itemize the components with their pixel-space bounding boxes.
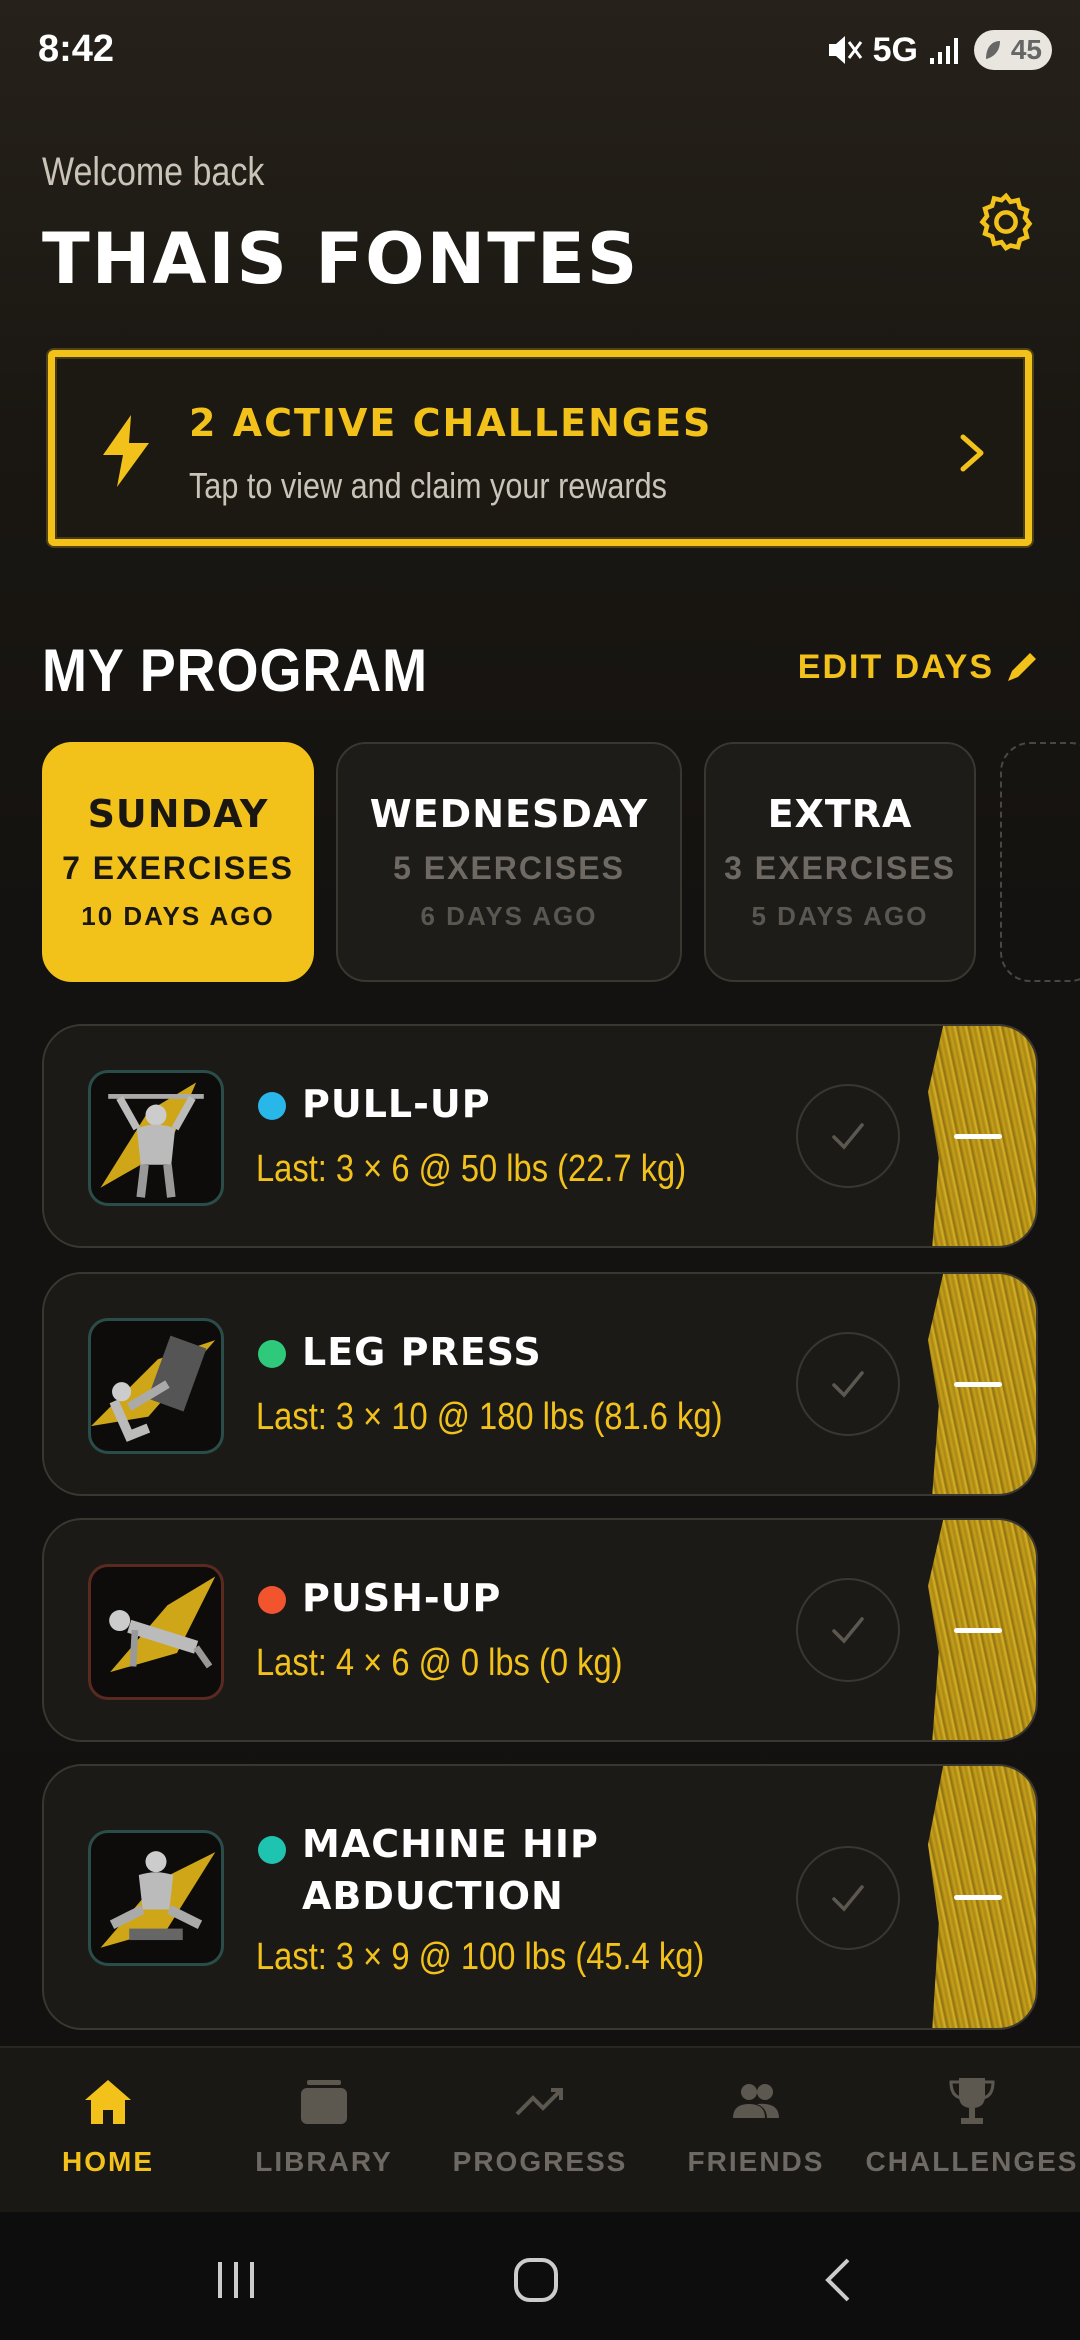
exercise-thumbnail bbox=[88, 1070, 224, 1206]
nav-challenges[interactable]: CHALLENGES bbox=[864, 2072, 1080, 2202]
mute-icon bbox=[828, 36, 862, 64]
people-icon bbox=[733, 2084, 779, 2118]
exercise-name-line-2: ABDUCTION bbox=[302, 1874, 564, 1918]
complete-check-button[interactable] bbox=[796, 1332, 900, 1436]
edit-days-label: EDIT DAYS bbox=[797, 648, 994, 686]
status-time: 8:42 bbox=[38, 28, 115, 70]
muscle-color-dot bbox=[258, 1092, 286, 1120]
complete-check-button[interactable] bbox=[796, 1084, 900, 1188]
day-tab-sunday[interactable]: SUNDAY 7 EXERCISES 10 DAYS AGO bbox=[42, 742, 314, 982]
day-last-done: 10 DAYS AGO bbox=[81, 901, 275, 931]
muscle-color-dot bbox=[258, 1340, 286, 1368]
pencil-icon bbox=[1008, 652, 1036, 681]
day-tab-extra[interactable]: EXTRA 3 EXERCISES 5 DAYS AGO bbox=[704, 742, 976, 982]
status-bar: 8:42 5G 45 bbox=[0, 0, 1080, 100]
remove-exercise-button[interactable] bbox=[928, 1766, 1036, 2028]
checkmark-icon bbox=[832, 1371, 864, 1398]
nav-label: HOME bbox=[62, 2146, 154, 2177]
remove-exercise-button[interactable] bbox=[928, 1274, 1036, 1494]
remove-exercise-button[interactable] bbox=[928, 1026, 1036, 1246]
nav-progress[interactable]: PROGRESS bbox=[432, 2072, 648, 2202]
trophy-icon bbox=[949, 2078, 995, 2124]
hip-abduction-figure-icon bbox=[100, 1851, 216, 1948]
remove-exercise-button[interactable] bbox=[928, 1520, 1036, 1740]
bottom-navigation: HOME LIBRARY PROGRESS FRIENDS CHALLENGES bbox=[0, 2046, 1080, 2238]
edit-days-button[interactable]: EDIT DAYS bbox=[798, 648, 1038, 687]
nav-label: LIBRARY bbox=[255, 2146, 393, 2177]
home-screen: 8:42 5G 45 Welcome back THAIS FONTES 2 A… bbox=[0, 0, 1080, 2340]
nav-label: PROGRESS bbox=[452, 2146, 628, 2177]
day-name: WEDNESDAY bbox=[369, 792, 649, 836]
day-exercise-count: 5 EXERCISES bbox=[393, 850, 625, 886]
battery-level: 45 bbox=[1010, 34, 1042, 65]
exercise-card-machine-hip-abduction[interactable]: MACHINE HIP ABDUCTION Last: 3 × 9 @ 100 … bbox=[42, 1764, 1038, 2030]
network-type: 5G bbox=[872, 30, 918, 69]
program-title: MY PROGRAM bbox=[42, 637, 429, 704]
nav-library[interactable]: LIBRARY bbox=[216, 2072, 432, 2202]
exercise-name: PULL-UP bbox=[302, 1082, 491, 1126]
home-icon bbox=[85, 2080, 131, 2124]
exercise-last-set: Last: 3 × 9 @ 100 lbs (45.4 kg) bbox=[256, 1936, 705, 1978]
back-arrow-icon[interactable] bbox=[810, 2252, 870, 2308]
day-name: EXTRA bbox=[767, 792, 913, 836]
nav-label: FRIENDS bbox=[687, 2146, 825, 2177]
complete-check-button[interactable] bbox=[796, 1846, 900, 1950]
exercise-name-line-1: MACHINE HIP bbox=[302, 1822, 599, 1866]
nav-label: CHALLENGES bbox=[865, 2146, 1079, 2177]
exercise-name: LEG PRESS bbox=[302, 1330, 542, 1374]
day-last-done: 5 DAYS AGO bbox=[751, 901, 929, 931]
settings-gear-icon[interactable] bbox=[972, 188, 1040, 256]
challenges-title: 2 ACTIVE CHALLENGES bbox=[189, 401, 713, 445]
minus-icon bbox=[954, 1895, 1002, 1900]
active-challenges-banner[interactable]: 2 ACTIVE CHALLENGES Tap to view and clai… bbox=[48, 350, 1032, 546]
complete-check-button[interactable] bbox=[796, 1578, 900, 1682]
checkmark-icon bbox=[832, 1617, 864, 1644]
leg-press-figure-icon bbox=[91, 1335, 216, 1442]
minus-icon bbox=[954, 1382, 1002, 1387]
exercise-last-set: Last: 4 × 6 @ 0 lbs (0 kg) bbox=[256, 1642, 623, 1684]
push-up-figure-icon bbox=[109, 1576, 216, 1673]
program-day-tabs: SUNDAY 7 EXERCISES 10 DAYS AGO WEDNESDAY… bbox=[42, 742, 1080, 982]
exercise-card-push-up[interactable]: PUSH-UP Last: 4 × 6 @ 0 lbs (0 kg) bbox=[42, 1518, 1038, 1742]
trending-up-icon bbox=[515, 2088, 563, 2116]
challenges-subtitle: Tap to view and claim your rewards bbox=[189, 465, 667, 506]
chevron-right-icon bbox=[960, 434, 984, 472]
battery-indicator: 45 bbox=[974, 30, 1052, 70]
lightning-bolt-icon bbox=[103, 415, 149, 487]
checkmark-icon bbox=[832, 1123, 864, 1150]
day-exercise-count: 7 EXERCISES bbox=[62, 850, 294, 886]
exercise-thumbnail bbox=[88, 1564, 224, 1700]
day-last-done: 6 DAYS AGO bbox=[420, 901, 598, 931]
nav-friends[interactable]: FRIENDS bbox=[648, 2072, 864, 2202]
minus-icon bbox=[954, 1134, 1002, 1139]
checkmark-icon bbox=[832, 1885, 864, 1912]
status-icons: 5G 45 bbox=[823, 28, 1052, 72]
day-tab-wednesday[interactable]: WEDNESDAY 5 EXERCISES 6 DAYS AGO bbox=[336, 742, 682, 982]
muscle-color-dot bbox=[258, 1836, 286, 1864]
exercise-card-pull-up[interactable]: PULL-UP Last: 3 × 6 @ 50 lbs (22.7 kg) bbox=[42, 1024, 1038, 1248]
exercise-name: MACHINE HIP ABDUCTION bbox=[302, 1818, 599, 1922]
welcome-text: Welcome back bbox=[42, 150, 265, 194]
exercise-last-set: Last: 3 × 10 @ 180 lbs (81.6 kg) bbox=[256, 1396, 723, 1438]
user-name: THAIS FONTES bbox=[42, 218, 640, 300]
nav-home[interactable]: HOME bbox=[0, 2072, 216, 2238]
muscle-color-dot bbox=[258, 1586, 286, 1614]
exercise-name: PUSH-UP bbox=[302, 1576, 502, 1620]
battery-saver-icon bbox=[986, 41, 1000, 59]
day-name: SUNDAY bbox=[87, 792, 269, 836]
day-exercise-count: 3 EXERCISES bbox=[724, 850, 956, 886]
exercise-thumbnail bbox=[88, 1318, 224, 1454]
minus-icon bbox=[954, 1628, 1002, 1633]
recent-apps-icon[interactable] bbox=[206, 2252, 266, 2308]
signal-icon bbox=[930, 38, 958, 64]
add-day-tab[interactable] bbox=[1000, 742, 1080, 982]
system-navigation-bar bbox=[0, 2212, 1080, 2340]
pull-up-figure-icon bbox=[100, 1082, 204, 1198]
exercise-thumbnail bbox=[88, 1830, 224, 1966]
exercise-last-set: Last: 3 × 6 @ 50 lbs (22.7 kg) bbox=[256, 1148, 687, 1190]
home-circle-icon[interactable] bbox=[506, 2252, 566, 2308]
library-icon bbox=[301, 2080, 347, 2124]
exercise-card-leg-press[interactable]: LEG PRESS Last: 3 × 10 @ 180 lbs (81.6 k… bbox=[42, 1272, 1038, 1496]
